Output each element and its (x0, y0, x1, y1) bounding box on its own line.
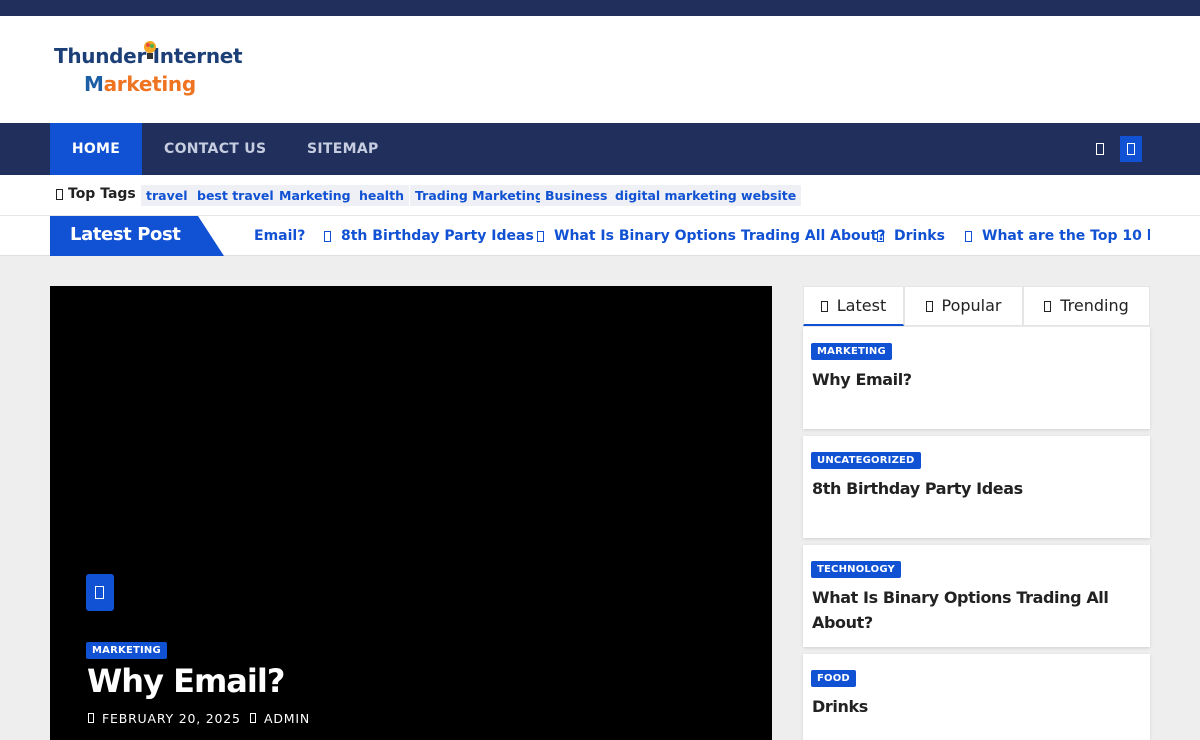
latest-post-ticker: Email? 8th Birthday Party Ideas What Is … (254, 216, 1150, 256)
post-title[interactable]: 8th Birthday Party Ideas (812, 476, 1132, 501)
sidebar-tabs: Latest Popular Trending (803, 286, 1150, 326)
tag-health[interactable]: health (354, 185, 409, 206)
category-badge[interactable]: TECHNOLOGY (811, 561, 901, 578)
logo-text-line2: Marketing (84, 72, 196, 96)
nav-contact-us[interactable]: CONTACT US (164, 123, 266, 175)
post-author[interactable]: ADMIN (264, 711, 310, 726)
fire-icon (925, 301, 933, 312)
latest-post-bar: Latest Post Email? 8th Birthday Party Id… (0, 216, 1200, 256)
featured-post[interactable]: MARKETING Why Email? FEBRUARY 20, 2025 A… (50, 286, 772, 740)
category-badge[interactable]: MARKETING (811, 343, 892, 360)
post-icon (965, 231, 972, 242)
tag-travel[interactable]: travel (141, 185, 193, 206)
site-header: Thunder Internet Marketing (0, 16, 1200, 123)
category-badge[interactable]: FOOD (811, 670, 856, 687)
top-tags-heading: Top Tags (68, 186, 136, 202)
ticker-item[interactable]: Email? (254, 228, 305, 244)
tag-marketing[interactable]: Marketing (274, 185, 356, 206)
lightbulb-icon (144, 41, 156, 59)
ticker-item[interactable]: What Is Binary Options Trading All About… (554, 228, 885, 244)
nav-sitemap[interactable]: SITEMAP (307, 123, 379, 175)
tag-business[interactable]: Business (540, 185, 613, 206)
list-item[interactable]: MARKETING Why Email? (803, 327, 1150, 429)
latest-post-label: Latest Post (50, 216, 224, 256)
post-format-icon[interactable] (86, 574, 114, 611)
ticker-item[interactable]: What are the Top 10 ber (982, 228, 1150, 244)
tag-digital-marketing-website[interactable]: digital marketing website (610, 185, 802, 206)
tab-popular[interactable]: Popular (904, 286, 1023, 326)
list-item[interactable]: UNCATEGORIZED 8th Birthday Party Ideas (803, 436, 1150, 538)
user-icon (250, 713, 256, 723)
site-logo[interactable]: Thunder Internet Marketing (52, 40, 252, 100)
main-nav: HOME CONTACT US SITEMAP (0, 123, 1200, 175)
menu-toggle-icon[interactable] (1120, 136, 1142, 162)
sidebar-tabs-widget: Latest Popular Trending MARKETING Why Em… (803, 286, 1150, 740)
tab-trending[interactable]: Trending (1023, 286, 1150, 326)
post-icon (537, 231, 544, 242)
search-icon[interactable] (1089, 136, 1111, 162)
post-title[interactable]: What Is Binary Options Trading All About… (812, 585, 1132, 635)
tab-latest[interactable]: Latest (803, 286, 904, 326)
tag-icon (56, 189, 63, 200)
list-item[interactable]: TECHNOLOGY What Is Binary Options Tradin… (803, 545, 1150, 647)
category-badge[interactable]: UNCATEGORIZED (811, 452, 921, 469)
ticker-item[interactable]: 8th Birthday Party Ideas (341, 228, 534, 244)
nav-home[interactable]: HOME (50, 123, 142, 175)
top-tags-bar: Top Tags travel best travel Marketing he… (0, 175, 1200, 216)
tag-best-travel[interactable]: best travel (192, 185, 279, 206)
featured-post-title[interactable]: Why Email? (87, 662, 285, 700)
post-title[interactable]: Drinks (812, 694, 1132, 719)
calendar-icon (88, 713, 94, 723)
ticker-item[interactable]: Drinks (894, 228, 945, 244)
tag-trading-marketing[interactable]: Trading Marketing (410, 185, 549, 206)
clock-icon (820, 301, 828, 312)
list-item[interactable]: FOOD Drinks (803, 654, 1150, 740)
category-badge[interactable]: MARKETING (86, 642, 167, 659)
post-icon (324, 231, 331, 242)
bolt-icon (1044, 301, 1052, 312)
post-title[interactable]: Why Email? (812, 367, 1132, 392)
post-date[interactable]: FEBRUARY 20, 2025 (102, 711, 241, 726)
top-strip (0, 0, 1200, 16)
post-icon (877, 231, 884, 242)
